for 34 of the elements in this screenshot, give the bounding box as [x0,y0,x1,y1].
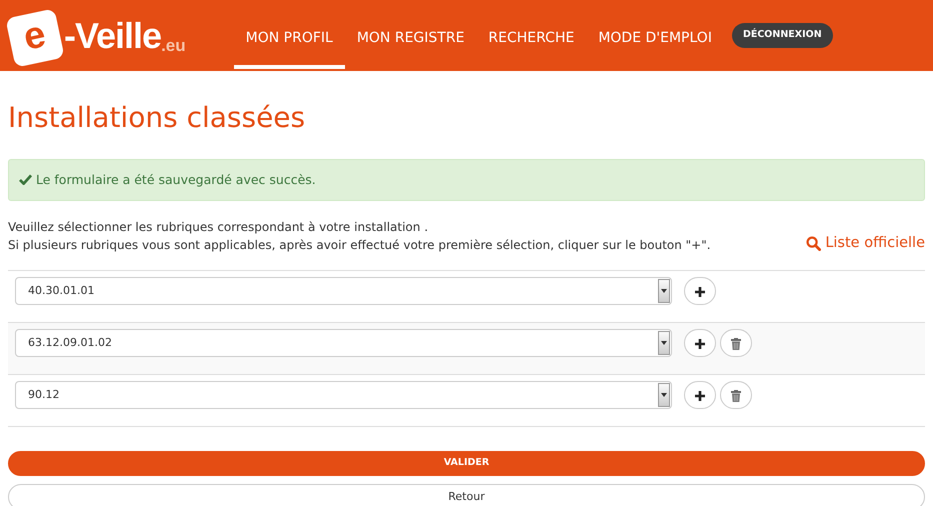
delete-button[interactable] [720,381,752,410]
select-field[interactable]: 40.30.01.01 [15,277,672,306]
select-field[interactable]: 90.12 [15,381,672,410]
nav-link[interactable]: RECHERCHE [476,8,586,69]
nav-link[interactable]: MON REGISTRE [344,8,476,69]
add-button[interactable] [684,381,716,410]
trash-icon [731,338,741,350]
check-icon [19,174,32,186]
page-title: Installations classées [8,101,306,135]
logo-text: -Veille [64,14,162,58]
link-label: Liste officielle [825,234,925,253]
plus-icon [694,286,706,298]
back-button[interactable]: Retour [8,484,925,506]
select-value: 40.30.01.01 [28,283,94,300]
instruction-text: Si plusieurs rubriques vous sont applicables, après avoir effectué votre première sélection, cliquer sur le bouton "+". [8,237,711,254]
select-value: 63.12.09.01.02 [28,335,112,352]
nav-link[interactable]: MODE D'EMPLOI [586,8,724,69]
submit-button[interactable]: VALIDER [8,451,925,476]
logo-mark[interactable]: e [5,8,65,68]
select-value: 90.12 [28,387,60,404]
instruction-text: Veuillez sélectionner les rubriques correspondant à votre installation . [8,219,430,236]
add-button[interactable] [684,277,716,306]
official-list-link[interactable]: Liste officielle [806,232,925,254]
logo-suffix: .eu [161,35,186,57]
nav-link[interactable]: MON PROFIL [234,8,345,69]
alert-message: Le formulaire a été sauvegardé avec succès. [36,170,316,189]
add-button[interactable] [684,329,716,358]
search-icon [806,236,822,251]
trash-icon [731,390,741,402]
delete-button[interactable] [720,329,752,358]
select-field[interactable]: 63.12.09.01.02 [15,329,672,358]
plus-icon [694,338,706,350]
logout-button[interactable]: DÉCONNEXION [732,23,833,48]
plus-icon [694,390,706,402]
